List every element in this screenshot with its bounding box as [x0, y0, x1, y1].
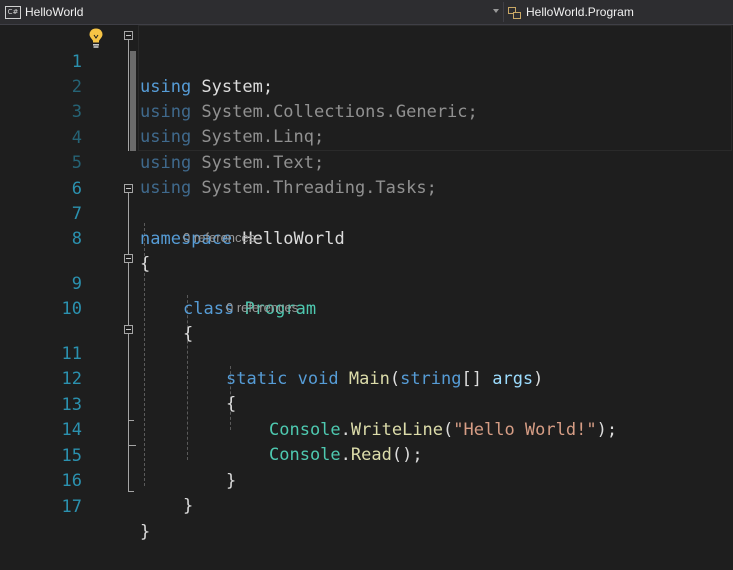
code-editor[interactable]: 1 using System; 2 using System.Collectio… — [0, 25, 733, 542]
code-line[interactable]: 14 Console.Read(); — [0, 393, 733, 465]
code-line[interactable]: 1 using System; — [0, 25, 733, 97]
member-dropdown[interactable]: HelloWorld.Program — [506, 2, 732, 22]
code-line[interactable]: 11 static void Main(string[] args) — [0, 317, 733, 389]
member-name: HelloWorld.Program — [526, 5, 634, 19]
class-member-icon — [506, 5, 522, 19]
brace: } — [140, 522, 151, 542]
brace: } — [183, 496, 194, 516]
navbar-divider — [503, 2, 504, 22]
code-line[interactable]: 17 } — [0, 470, 733, 542]
code-line[interactable]: 15 } — [0, 419, 733, 491]
code-line[interactable]: 16 } — [0, 444, 733, 516]
code-line[interactable]: 7 namespace HelloWorld — [0, 177, 733, 249]
line-number: 17 — [61, 497, 82, 517]
code-line[interactable]: 6 — [0, 152, 733, 199]
code-line[interactable]: 5 using System.Threading.Tasks; — [0, 126, 733, 198]
code-line[interactable]: 3 using System.Linq; — [0, 75, 733, 147]
code-line[interactable]: 2 using System.Collections.Generic; — [0, 50, 733, 122]
code-line[interactable]: 8 { — [0, 202, 733, 274]
project-dropdown[interactable]: C# HelloWorld — [0, 2, 502, 22]
code-line[interactable]: 10 { — [0, 272, 733, 344]
code-line[interactable]: 4 using System.Text; — [0, 101, 733, 173]
navigation-bar: C# HelloWorld HelloWorld.Program — [0, 0, 733, 25]
codelens-references[interactable]: 0 references — [226, 299, 298, 317]
code-line[interactable]: 9 class Program — [0, 247, 733, 319]
dropdown-arrow-icon[interactable] — [493, 9, 499, 13]
project-name: HelloWorld — [25, 5, 84, 19]
code-line[interactable]: 13 Console.WriteLine("Hello World!"); — [0, 368, 733, 440]
csharp-project-icon: C# — [5, 5, 21, 19]
code-line[interactable]: 12 { — [0, 342, 733, 414]
codelens-references[interactable]: 0 references — [183, 229, 255, 247]
